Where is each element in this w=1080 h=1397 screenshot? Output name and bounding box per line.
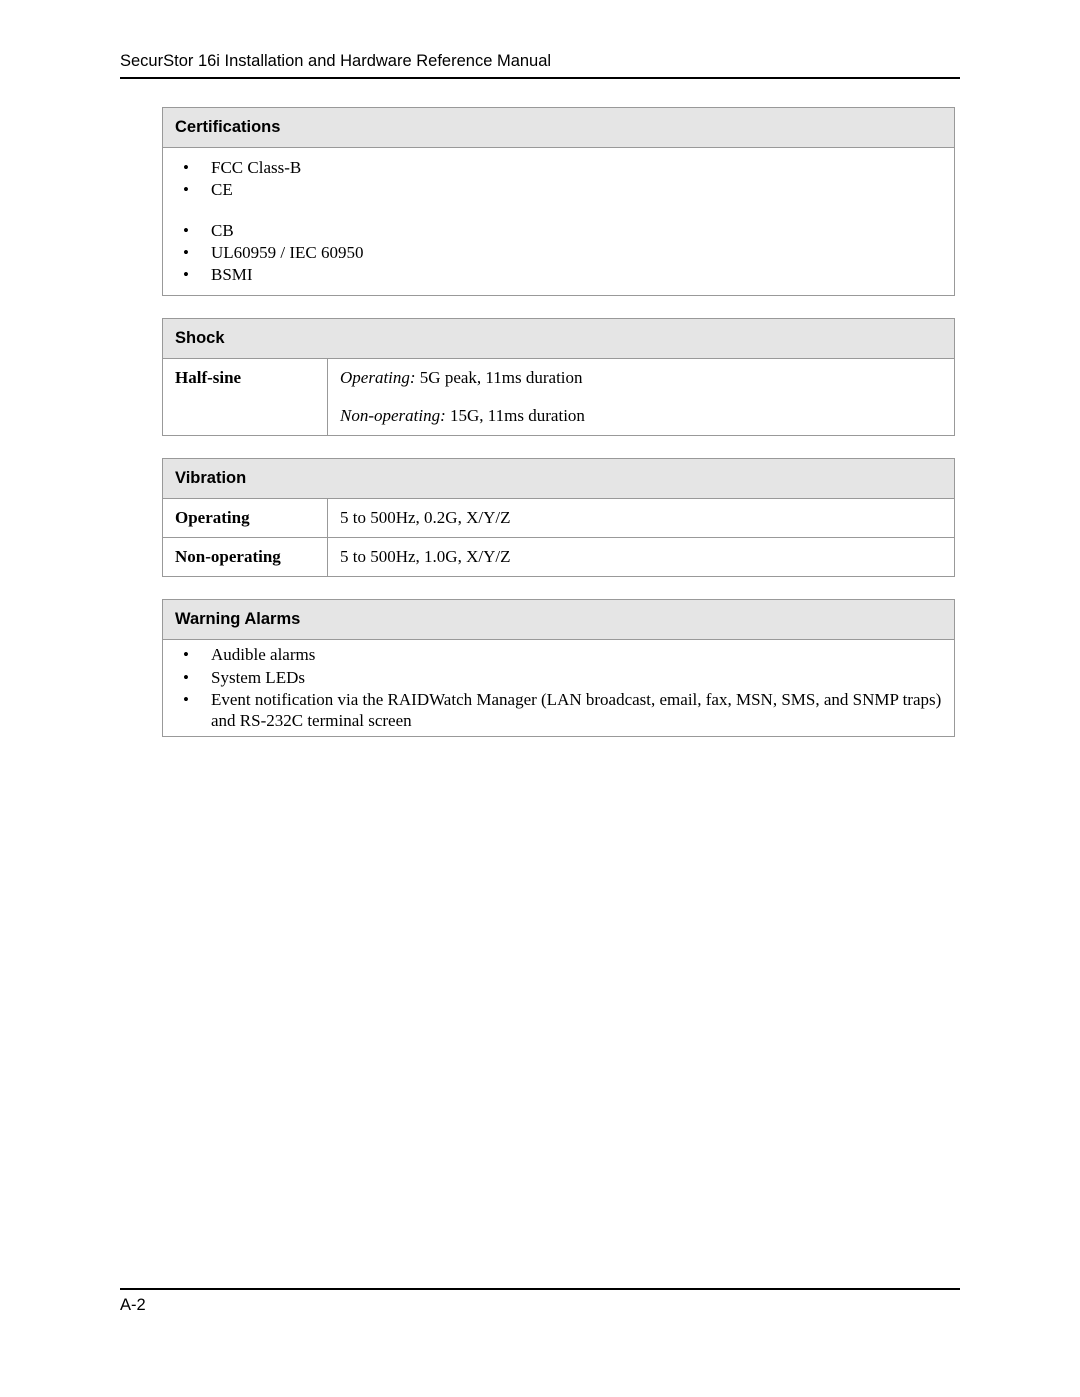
shock-table-container: Shock Half-sine Operating: 5G peak, 11ms… bbox=[162, 318, 955, 436]
certifications-item: FCC Class-B bbox=[181, 157, 942, 178]
vibration-heading: Vibration bbox=[163, 459, 955, 499]
warning-alarms-table-container: Warning Alarms Audible alarms System LED… bbox=[162, 599, 955, 737]
warning-alarms-heading: Warning Alarms bbox=[163, 600, 955, 640]
page-header-title: SecurStor 16i Installation and Hardware … bbox=[120, 52, 960, 77]
certifications-table: Certifications FCC Class-B CE CB UL60959… bbox=[162, 107, 955, 296]
vibration-operating-label: Operating bbox=[163, 499, 328, 538]
shock-operating-label: Operating: bbox=[340, 368, 416, 387]
certifications-item: BSMI bbox=[181, 264, 942, 285]
certifications-heading: Certifications bbox=[163, 108, 955, 148]
footer-rule bbox=[120, 1288, 960, 1290]
shock-row-label: Half-sine bbox=[163, 359, 328, 436]
vibration-operating-value: 5 to 500Hz, 0.2G, X/Y/Z bbox=[328, 499, 955, 538]
shock-heading: Shock bbox=[163, 319, 955, 359]
certifications-table-container: Certifications FCC Class-B CE CB UL60959… bbox=[162, 107, 955, 296]
certifications-item: UL60959 / IEC 60950 bbox=[181, 242, 942, 263]
warning-alarms-item: System LEDs bbox=[181, 667, 942, 688]
certifications-body: FCC Class-B CE CB UL60959 / IEC 60950 BS… bbox=[163, 148, 955, 296]
certifications-item: CE bbox=[181, 179, 942, 200]
warning-alarms-table: Warning Alarms Audible alarms System LED… bbox=[162, 599, 955, 737]
certifications-list-2: CB UL60959 / IEC 60950 BSMI bbox=[175, 220, 942, 286]
vibration-nonoperating-label: Non-operating bbox=[163, 538, 328, 577]
certifications-item: CB bbox=[181, 220, 942, 241]
shock-table: Shock Half-sine Operating: 5G peak, 11ms… bbox=[162, 318, 955, 436]
warning-alarms-item: Audible alarms bbox=[181, 644, 942, 665]
warning-alarms-item: Event notification via the RAIDWatch Man… bbox=[181, 689, 942, 732]
vibration-table: Vibration Operating 5 to 500Hz, 0.2G, X/… bbox=[162, 458, 955, 577]
header-rule bbox=[120, 77, 960, 79]
page-footer: A-2 bbox=[120, 1288, 960, 1315]
shock-operating-value: 5G peak, 11ms duration bbox=[416, 368, 583, 387]
warning-alarms-body: Audible alarms System LEDs Event notific… bbox=[163, 640, 955, 737]
shock-nonoperating-label: Non-operating: bbox=[340, 406, 446, 425]
vibration-nonoperating-value: 5 to 500Hz, 1.0G, X/Y/Z bbox=[328, 538, 955, 577]
certifications-list: FCC Class-B CE bbox=[175, 157, 942, 201]
shock-nonoperating-value: 15G, 11ms duration bbox=[446, 406, 585, 425]
page-number: A-2 bbox=[120, 1296, 960, 1315]
shock-row-value: Operating: 5G peak, 11ms duration Non-op… bbox=[328, 359, 955, 436]
warning-alarms-list: Audible alarms System LEDs Event notific… bbox=[175, 644, 942, 731]
vibration-table-container: Vibration Operating 5 to 500Hz, 0.2G, X/… bbox=[162, 458, 955, 577]
